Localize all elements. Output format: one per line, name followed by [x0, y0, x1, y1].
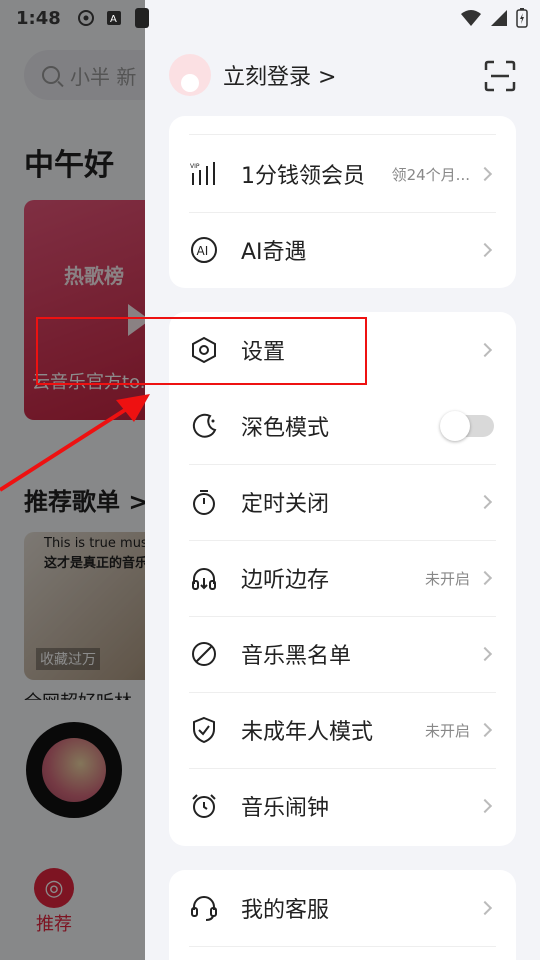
service-card: 我的客服: [169, 870, 516, 960]
chevron-right-icon: [477, 722, 493, 738]
menu-label: 未成年人模式: [241, 720, 374, 745]
menu-item-ai[interactable]: AI AI奇遇: [189, 212, 496, 288]
chevron-right-icon: [477, 646, 493, 662]
menu-item-minor-mode[interactable]: 未成年人模式 未开启: [189, 692, 496, 768]
menu-label: 我的客服: [241, 898, 330, 923]
menu-item-alarm[interactable]: 音乐闹钟: [189, 768, 496, 844]
block-icon: [189, 639, 219, 669]
menu-item-dark-mode[interactable]: 深色模式: [189, 388, 496, 464]
a-status-icon: A: [105, 9, 123, 27]
svg-text:VIP: VIP: [190, 163, 200, 170]
status-time: 1:48: [16, 7, 61, 29]
menu-item-vip[interactable]: VIP 1分钱领会员 领24个月...: [189, 136, 496, 212]
chevron-right-icon: [477, 166, 493, 182]
chevron-right-icon: [477, 900, 493, 916]
vip-card: VIP 1分钱领会员 领24个月... AI AI奇遇: [169, 116, 516, 288]
status-bar: 1:48 A: [0, 0, 540, 36]
menu-label: 音乐闹钟: [241, 796, 330, 821]
shield-check-icon: [189, 715, 219, 745]
menu-sub: 未开启: [424, 721, 470, 740]
login-entry[interactable]: 立刻登录 >: [169, 54, 336, 96]
menu-label: 音乐黑名单: [241, 644, 352, 669]
chevron-right-icon: [477, 570, 493, 586]
avatar: [169, 54, 211, 96]
battery-icon: [516, 8, 528, 33]
menu-label: 定时关闭: [241, 492, 330, 517]
menu-item-blacklist[interactable]: 音乐黑名单: [189, 616, 496, 692]
chevron-right-icon: [477, 342, 493, 358]
menu-label: 深色模式: [241, 416, 330, 441]
chevron-right-icon: [477, 494, 493, 510]
vip-bars-icon: VIP: [189, 159, 219, 189]
svg-text:A: A: [110, 14, 117, 25]
login-text[interactable]: 立刻登录 >: [223, 59, 336, 91]
dark-mode-toggle[interactable]: [440, 411, 494, 441]
alarm-icon: [189, 791, 219, 821]
ai-icon: AI: [189, 235, 219, 265]
side-drawer: 立刻登录 > VIP 1分钱领会员 领24个月... AI AI奇遇 设置 深色…: [145, 0, 540, 960]
chevron-right-icon: [477, 798, 493, 814]
headphone-download-icon: [189, 563, 219, 593]
netease-status-icon: [77, 9, 95, 27]
svg-text:AI: AI: [197, 244, 209, 258]
headset-icon: [189, 893, 219, 923]
app-status-icon: [133, 8, 151, 28]
settings-highlight-box: [36, 317, 367, 385]
menu-item-sleep-timer[interactable]: 定时关闭: [189, 464, 496, 540]
menu-sub: 领24个月...: [391, 165, 470, 184]
moon-icon: [189, 411, 219, 441]
menu-item-customer-service[interactable]: 我的客服: [189, 870, 496, 946]
menu-item-listen-save[interactable]: 边听边存 未开启: [189, 540, 496, 616]
menu-label: AI奇遇: [241, 240, 307, 265]
signal-icon: [490, 9, 508, 32]
menu-label: 1分钱领会员: [241, 164, 365, 189]
menu-label: 边听边存: [241, 568, 330, 593]
wifi-icon: [460, 9, 482, 32]
chevron-right-icon: [477, 242, 493, 258]
settings-card: 设置 深色模式 定时关闭 边听边存 未开启 音乐黑名单 未成年人模式 未开启 音…: [169, 312, 516, 846]
menu-sub: 未开启: [424, 569, 470, 588]
timer-icon: [189, 487, 219, 517]
annotation-arrow: [0, 394, 150, 492]
scan-icon[interactable]: [484, 60, 516, 92]
